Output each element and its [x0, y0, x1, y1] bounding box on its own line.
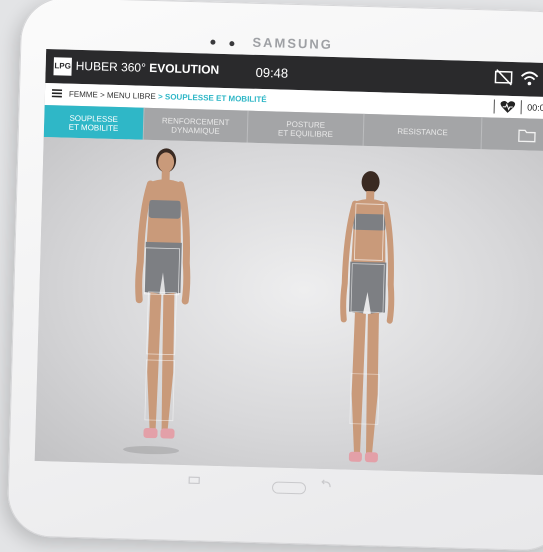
back-key-icon[interactable]	[320, 479, 332, 489]
camera-icon	[210, 39, 216, 45]
clock: 09:48	[255, 64, 289, 81]
tab-label: RESISTANCE	[397, 127, 448, 138]
tab-renforcement[interactable]: RENFORCEMENT DYNAMIQUE	[143, 107, 249, 143]
app-title: HUBER 360° EVOLUTION	[76, 59, 220, 77]
tab-posture[interactable]: POSTURE ET EQUILIBRE	[247, 110, 365, 146]
tablet-device: SAMSUNG LPG HUBER 360° EVOLUTION 09:48 F…	[6, 0, 543, 552]
breadcrumb-item-menu-libre[interactable]: MENU LIBRE	[107, 91, 156, 101]
breadcrumb: FEMME > MENU LIBRE > SOUPLESSE ET MOBILI…	[69, 90, 267, 105]
body-model-front[interactable]	[113, 141, 212, 463]
tab-label: DYNAMIQUE	[171, 125, 220, 136]
device-brand: SAMSUNG	[252, 34, 334, 52]
sensor-icon	[229, 41, 235, 47]
home-button[interactable]	[271, 481, 307, 495]
folder-icon	[517, 129, 536, 143]
body-viewer[interactable]	[34, 136, 543, 476]
cast-off-icon[interactable]	[493, 68, 513, 87]
hamburger-menu-icon[interactable]	[51, 87, 63, 99]
body-model-back[interactable]	[322, 163, 411, 476]
divider	[521, 100, 523, 115]
tab-label: ET MOBILITE	[68, 122, 119, 134]
heart-rate-icon[interactable]	[500, 100, 516, 114]
tab-label: ET EQUILIBRE	[277, 128, 334, 140]
session-timer: 00:02	[527, 102, 543, 114]
session-controls: 00:02	[489, 95, 543, 119]
tab-resistance[interactable]: RESISTANCE	[363, 113, 483, 150]
floor-shadow	[324, 470, 373, 476]
app-title-bold: EVOLUTION	[149, 60, 220, 77]
app-title-prefix: HUBER 360°	[75, 58, 147, 75]
tab-souplesse[interactable]: SOUPLESSE ET MOBILITE	[43, 104, 145, 140]
breadcrumb-item-current: > SOUPLESSE ET MOBILITÉ	[157, 92, 267, 105]
recent-apps-key-icon[interactable]	[188, 475, 200, 485]
divider	[494, 99, 496, 114]
app-logo: LPG	[53, 57, 72, 76]
app-screen: LPG HUBER 360° EVOLUTION 09:48 FEMME > M…	[34, 48, 543, 476]
breadcrumb-item-femme[interactable]: FEMME >	[69, 90, 105, 100]
folder-button[interactable]	[481, 117, 543, 152]
wifi-icon[interactable]	[519, 69, 539, 88]
